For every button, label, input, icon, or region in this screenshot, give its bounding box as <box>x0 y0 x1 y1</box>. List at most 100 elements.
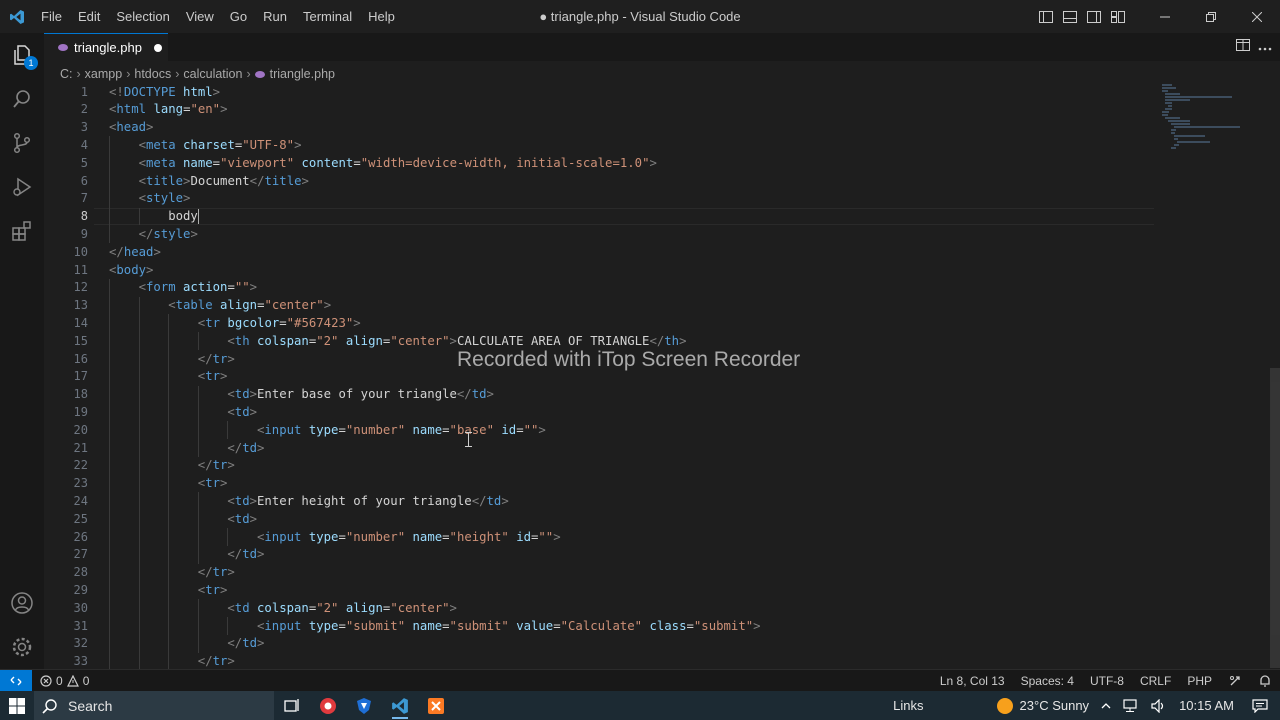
code-line[interactable]: <td colspan="2" align="center"> <box>227 600 457 618</box>
code-line[interactable]: body <box>168 208 199 226</box>
close-window-button[interactable] <box>1234 0 1280 33</box>
tab-triangle-php[interactable]: triangle.php <box>44 33 168 61</box>
code-editor[interactable]: 1 2 3 4 5 6 7 8 9 10 11 12 13 14 15 16 17 18 19 20 21 22 23 24 2… <box>44 83 1280 669</box>
links-toolbar[interactable]: Links <box>887 698 929 713</box>
code-line[interactable]: <meta charset="UTF-8"> <box>139 137 302 155</box>
code-line[interactable]: <head> <box>109 119 153 137</box>
scrollbar-thumb[interactable] <box>1270 368 1280 668</box>
indent-guide <box>168 367 170 386</box>
menu-edit[interactable]: Edit <box>70 0 108 33</box>
weather-widget[interactable]: 23°C Sunny <box>990 697 1096 715</box>
source-control-icon[interactable] <box>0 121 44 165</box>
code-line[interactable]: <meta name="viewport" content="width=dev… <box>139 155 657 173</box>
code-line[interactable]: </tr> <box>198 457 235 475</box>
code-line[interactable]: </tr> <box>198 564 235 582</box>
menu-go[interactable]: Go <box>222 0 255 33</box>
indentation-setting[interactable]: Spaces: 4 <box>1013 674 1082 688</box>
code-token: </ <box>109 244 124 259</box>
code-line[interactable]: </td> <box>227 635 264 653</box>
split-editor-icon[interactable] <box>1236 38 1250 56</box>
minimap[interactable] <box>1160 83 1260 153</box>
code-line[interactable]: <tr> <box>198 475 228 493</box>
brave-browser-icon[interactable] <box>346 691 382 720</box>
menu-run[interactable]: Run <box>255 0 295 33</box>
code-line[interactable]: </tr> <box>198 351 235 369</box>
code-line[interactable]: <form action=""> <box>139 279 257 297</box>
extensions-icon[interactable] <box>0 209 44 253</box>
code-line[interactable]: </style> <box>139 226 198 244</box>
menu-file[interactable]: File <box>33 0 70 33</box>
toggle-panel-icon[interactable] <box>1058 0 1082 33</box>
menu-selection[interactable]: Selection <box>108 0 177 33</box>
code-line[interactable]: <title>Document</title> <box>139 173 309 191</box>
file-encoding[interactable]: UTF-8 <box>1082 674 1132 688</box>
breadcrumb-item[interactable]: calculation <box>183 67 242 81</box>
toggle-secondary-sidebar-icon[interactable] <box>1082 0 1106 33</box>
line-number: 23 <box>73 476 88 491</box>
code-line[interactable]: </tr> <box>198 653 235 669</box>
code-line[interactable]: <input type="number" name="base" id=""> <box>257 422 546 440</box>
xampp-icon[interactable] <box>418 691 454 720</box>
task-view-icon[interactable] <box>274 691 310 720</box>
code-line[interactable]: </head> <box>109 244 161 262</box>
unsaved-dot-icon[interactable] <box>153 43 162 52</box>
indent-guide <box>109 492 110 511</box>
menu-view[interactable]: View <box>178 0 222 33</box>
windows-start-icon[interactable] <box>0 691 34 720</box>
code-token: > <box>146 262 154 277</box>
taskbar-search-box[interactable]: Search <box>34 691 274 720</box>
breadcrumb-item[interactable]: C: <box>60 67 73 81</box>
code-line[interactable]: <td> <box>227 404 257 422</box>
code-line[interactable]: <table align="center"> <box>168 297 331 315</box>
code-line[interactable]: <input type="number" name="height" id=""… <box>257 529 561 547</box>
indent-guide <box>138 456 140 475</box>
settings-gear-icon[interactable] <box>0 625 44 669</box>
code-line[interactable]: <td> <box>227 511 257 529</box>
code-line[interactable]: <tr bgcolor="#567423"> <box>198 315 361 333</box>
code-line[interactable]: <input type="submit" name="submit" value… <box>257 618 761 636</box>
toggle-primary-sidebar-icon[interactable] <box>1034 0 1058 33</box>
remote-indicator-icon[interactable] <box>0 669 32 692</box>
code-line[interactable]: <tr> <box>198 582 228 600</box>
search-icon[interactable] <box>0 77 44 121</box>
system-clock[interactable]: 10:15 AM <box>1173 698 1240 713</box>
breadcrumb-item[interactable]: xampp <box>85 67 123 81</box>
more-actions-icon[interactable] <box>1258 38 1272 56</box>
code-line[interactable]: <style> <box>139 190 191 208</box>
account-icon[interactable] <box>0 581 44 625</box>
language-mode[interactable]: PHP <box>1179 674 1220 688</box>
code-line[interactable]: <!DOCTYPE html> <box>109 84 220 102</box>
cursor-position[interactable]: Ln 8, Col 13 <box>932 674 1013 688</box>
code-line[interactable]: <td>Enter height of your triangle</td> <box>227 493 508 511</box>
code-line[interactable]: <tr> <box>198 368 228 386</box>
customize-layout-icon[interactable] <box>1106 0 1130 33</box>
explorer-icon[interactable]: 1 <box>0 33 44 77</box>
code-line[interactable]: <body> <box>109 262 153 280</box>
problems-indicator[interactable]: 0 0 <box>32 674 97 688</box>
code-line[interactable]: </td> <box>227 546 264 564</box>
network-icon[interactable] <box>1117 698 1145 713</box>
show-hidden-icons-chevron-icon[interactable] <box>1095 702 1117 709</box>
volume-icon[interactable] <box>1145 698 1173 713</box>
run-and-debug-icon[interactable] <box>0 165 44 209</box>
notifications-bell-icon[interactable] <box>1250 674 1280 688</box>
feedback-icon[interactable] <box>1220 674 1250 688</box>
breadcrumb-item[interactable]: triangle.php <box>270 67 335 81</box>
indent-guide <box>197 492 199 511</box>
breadcrumb-item[interactable]: htdocs <box>134 67 171 81</box>
code-token: "submit" <box>449 618 509 633</box>
minimize-button[interactable] <box>1142 0 1188 33</box>
code-line[interactable]: </td> <box>227 440 264 458</box>
menu-help[interactable]: Help <box>360 0 403 33</box>
recorder-app-icon[interactable] <box>310 691 346 720</box>
code-line[interactable]: <td>Enter base of your triangle</td> <box>227 386 494 404</box>
restore-button[interactable] <box>1188 0 1234 33</box>
action-center-icon[interactable] <box>1240 698 1280 713</box>
end-of-line[interactable]: CRLF <box>1132 674 1179 688</box>
text-caret <box>197 209 199 225</box>
code-line[interactable]: <html lang="en"> <box>109 101 228 119</box>
vscode-icon[interactable] <box>382 691 418 720</box>
menu-terminal[interactable]: Terminal <box>295 0 360 33</box>
